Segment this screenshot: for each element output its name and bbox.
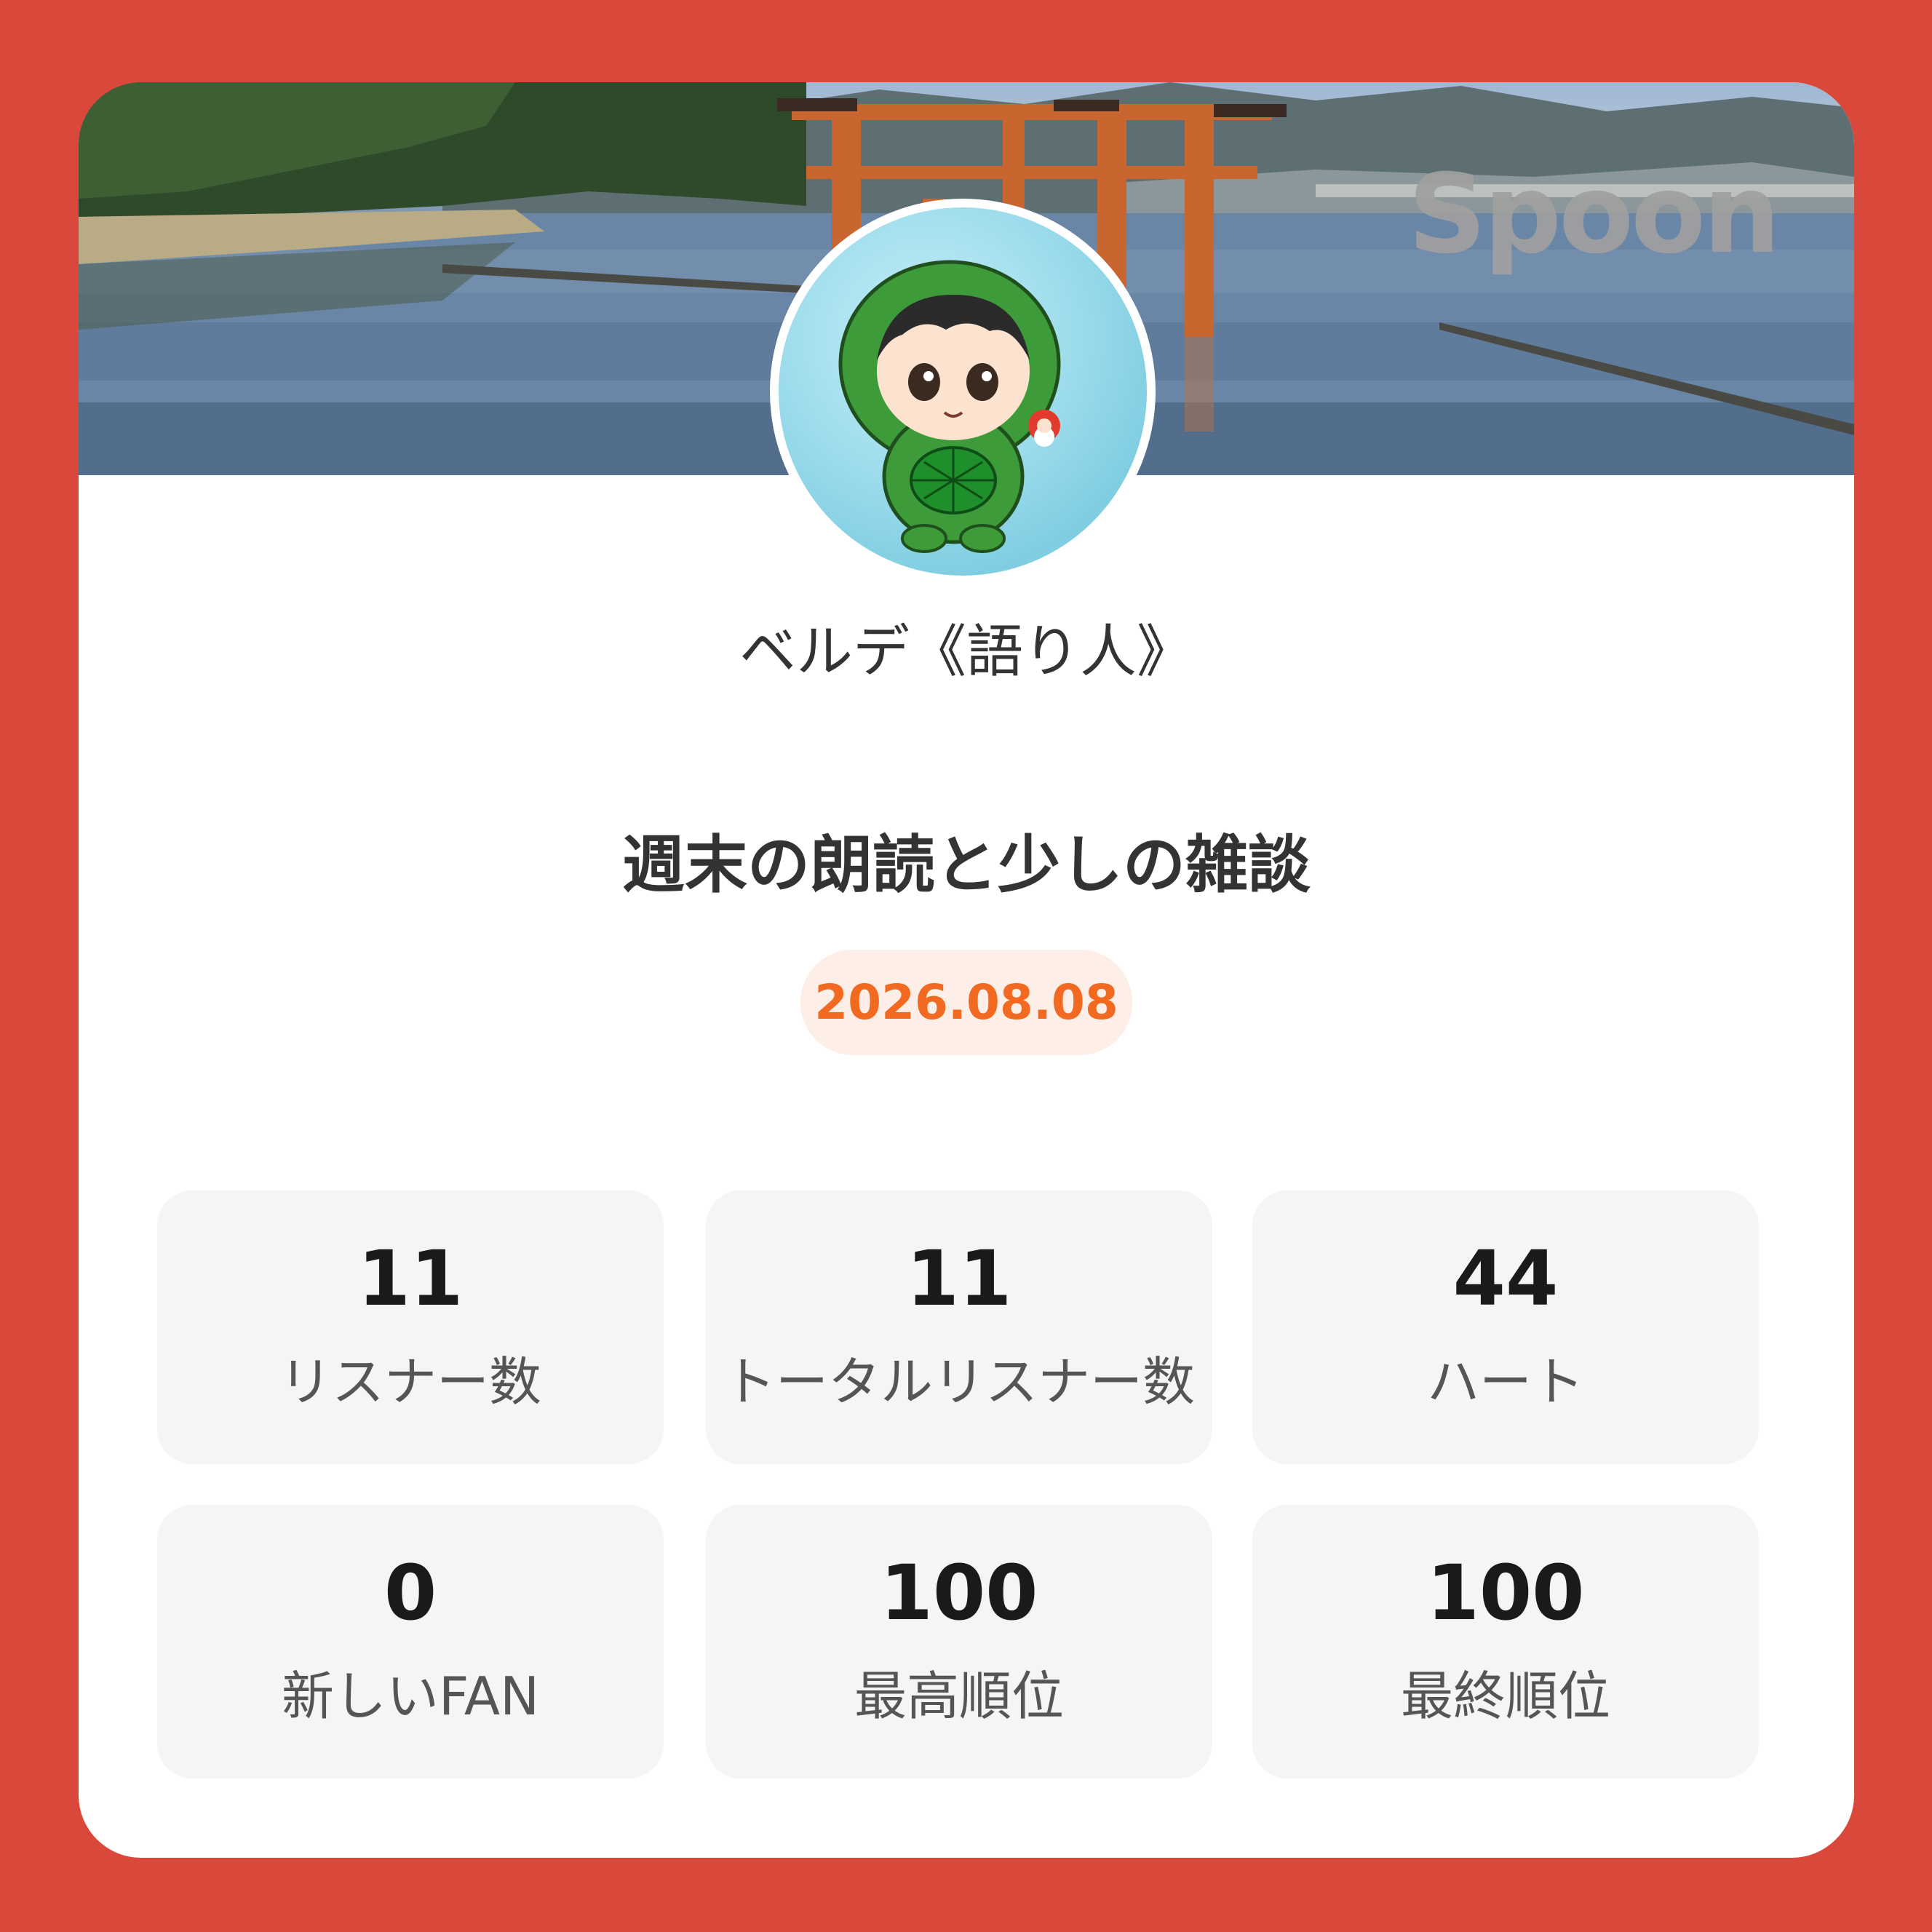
stat-value: 11 (357, 1233, 464, 1323)
stat-hearts: 44 ハート (1252, 1190, 1759, 1464)
broadcast-title: 週末の朗読と少しの雑談 (622, 829, 1311, 902)
stats-card: Spoon ベルデ《語り人》 週末の朗読と少しの雑談 2026.08.08 11… (79, 82, 1854, 1858)
stat-total-listeners: 11 トータルリスナー数 (706, 1190, 1212, 1464)
date-badge: 2026.08.08 (800, 950, 1132, 1055)
stat-label: 最終順位 (1400, 1666, 1610, 1728)
stat-label: トータルリスナー数 (723, 1351, 1195, 1413)
stat-label: 新しいFAN (282, 1666, 539, 1728)
stat-final-rank: 100 最終順位 (1252, 1505, 1759, 1778)
stat-new-fans: 0 新しいFAN (157, 1505, 664, 1778)
stat-value: 11 (906, 1233, 1012, 1323)
stat-highest-rank: 100 最高順位 (706, 1505, 1212, 1778)
avatar-image (779, 207, 1147, 576)
stat-value: 100 (1426, 1548, 1585, 1637)
stat-label: ハート (1426, 1351, 1584, 1413)
stat-label: 最高順位 (854, 1666, 1064, 1728)
spoon-logo: Spoon (1407, 151, 1781, 278)
username: ベルデ《語り人》 (739, 619, 1193, 685)
stat-value: 0 (383, 1548, 437, 1637)
stat-value: 100 (880, 1548, 1038, 1637)
avatar (770, 199, 1156, 584)
stat-label: リスナー数 (279, 1351, 541, 1413)
stat-value: 44 (1452, 1233, 1559, 1323)
stat-listeners: 11 リスナー数 (157, 1190, 664, 1464)
